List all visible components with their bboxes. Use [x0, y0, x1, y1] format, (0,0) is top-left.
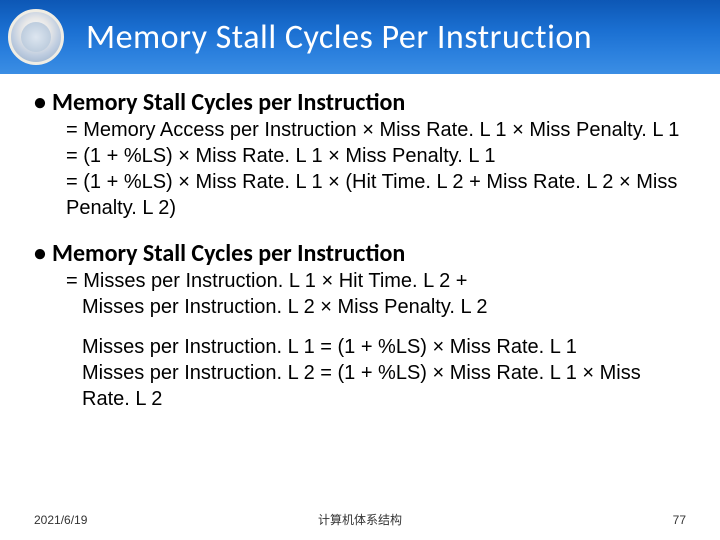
footer-date: 2021/6/19	[34, 513, 87, 527]
slide-footer: 2021/6/19 计算机体系结构 77	[0, 511, 720, 528]
section2-line2: Misses per Instruction. L 2 × Miss Penal…	[66, 294, 686, 320]
slide-title: Memory Stall Cycles Per Instruction	[86, 17, 592, 58]
slide-content: Memory Stall Cycles per Instruction = Me…	[0, 74, 720, 412]
section2-eq-b: Misses per Instruction. L 1 = (1 + %LS) …	[34, 334, 686, 412]
section1-line1: = Memory Access per Instruction × Miss R…	[66, 117, 686, 143]
section2-line1: = Misses per Instruction. L 1 × Hit Time…	[66, 268, 686, 294]
section2-eq-a: = Misses per Instruction. L 1 × Hit Time…	[34, 268, 686, 320]
university-logo	[8, 9, 64, 65]
section1-line3: = (1 + %LS) × Miss Rate. L 1 × (Hit Time…	[66, 169, 686, 221]
footer-page-number: 77	[673, 513, 686, 527]
section2-line4: Misses per Instruction. L 2 = (1 + %LS) …	[66, 360, 686, 412]
section1-line2: = (1 + %LS) × Miss Rate. L 1 × Miss Pena…	[66, 143, 686, 169]
section2-line3: Misses per Instruction. L 1 = (1 + %LS) …	[66, 334, 686, 360]
footer-center: 计算机体系结构	[0, 511, 720, 528]
section1-heading: Memory Stall Cycles per Instruction	[34, 88, 686, 117]
section2-heading: Memory Stall Cycles per Instruction	[34, 239, 686, 268]
section1-equations: = Memory Access per Instruction × Miss R…	[34, 117, 686, 221]
slide-header: Memory Stall Cycles Per Instruction	[0, 0, 720, 74]
